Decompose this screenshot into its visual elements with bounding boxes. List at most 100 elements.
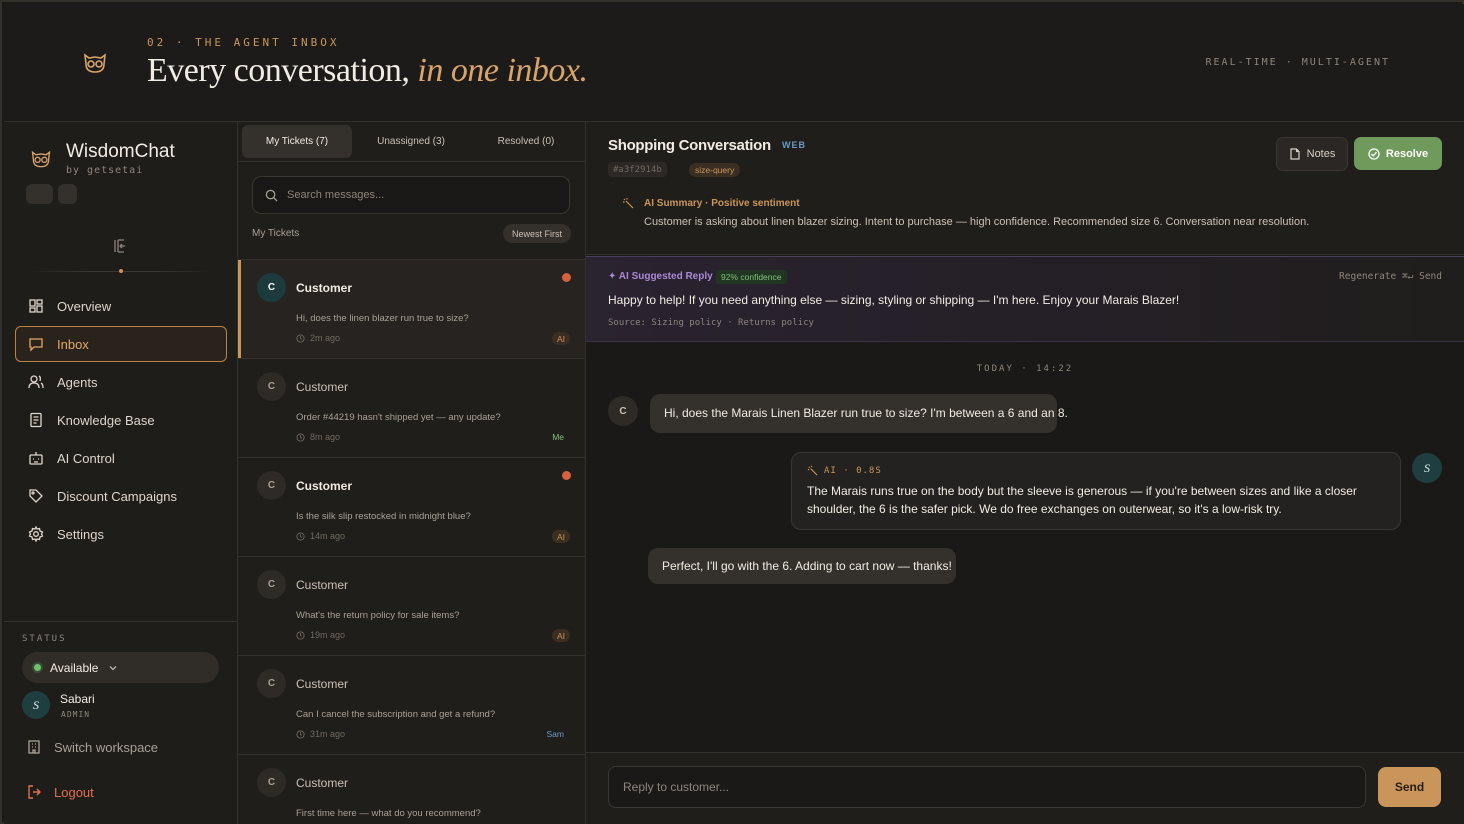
ticket-customer-name: Customer (296, 281, 353, 295)
clock-icon (296, 729, 305, 739)
workspace-pill-small[interactable] (58, 184, 77, 204)
confidence-badge: 92% confidence (716, 270, 787, 284)
switch-workspace-label: Switch workspace (54, 739, 159, 755)
avatar: C (257, 372, 286, 401)
check-circle-icon (1368, 147, 1380, 160)
logout-button[interactable]: Logout (26, 784, 94, 800)
sort-button[interactable]: Newest First (503, 224, 572, 243)
ai-message-text: The Marais runs true on the body but the… (807, 484, 1357, 516)
sidebar-nav: Overview Inbox Agents Knowledge Base AI … (15, 288, 227, 554)
ai-message-meta-text: AI · 0.8S (824, 465, 882, 476)
list-item[interactable]: C Customer Order #44219 hasn't shipped y… (238, 358, 585, 457)
sidebar-item-overview[interactable]: Overview (15, 288, 227, 324)
ticket-time: 2m ago (296, 333, 340, 343)
sidebar-collapse-icon[interactable] (112, 238, 128, 254)
list-item[interactable]: C Customer Hi, does the linen blazer run… (238, 259, 585, 359)
channel-badge: WEB (782, 140, 806, 150)
hero-tagline: REAL-TIME · MULTI-AGENT (1205, 57, 1390, 68)
list-item[interactable]: C Customer Is the silk slip restocked in… (238, 457, 585, 556)
sidebar-item-label: Agents (57, 374, 98, 390)
status-value: Available (50, 660, 99, 675)
tag-icon (29, 489, 43, 503)
ticket-tag: AI (551, 530, 570, 543)
user-role: ADMIN (61, 710, 91, 719)
ticket-time: 19m ago (296, 630, 345, 640)
avatar: C (257, 669, 286, 698)
suggest-actions[interactable]: Regenerate ⌘↵ Send (1339, 271, 1442, 282)
ticket-preview: Is the silk slip restocked in midnight b… (296, 511, 471, 522)
ticket-time: 8m ago (296, 432, 340, 442)
grid-icon (29, 299, 43, 313)
ticket-time: 31m ago (296, 729, 345, 739)
workspace-pill[interactable] (26, 184, 53, 204)
ticket-tabs: My Tickets (7) Unassigned (3) Resolved (… (238, 122, 585, 162)
ticket-preview: Order #44219 hasn't shipped yet — any up… (296, 412, 501, 423)
switch-workspace-button[interactable]: Switch workspace (26, 739, 158, 755)
tab-unassigned[interactable]: Unassigned (3) (354, 125, 468, 158)
avatar[interactable]: S (22, 691, 50, 719)
send-button[interactable]: Send (1378, 767, 1441, 807)
sidebar: WisdomChat by getsetai Overview Inbox Ag… (4, 122, 238, 824)
chat-icon (29, 338, 43, 352)
conversation-tag[interactable]: size-query (689, 163, 741, 177)
reply-composer: Send (586, 752, 1464, 824)
sidebar-item-label: Overview (57, 298, 112, 314)
notes-button[interactable]: Notes (1276, 137, 1348, 171)
owl-icon (84, 53, 106, 73)
avatar: C (257, 570, 286, 599)
status-dot (34, 664, 41, 671)
list-item[interactable]: C Customer Can I cancel the subscription… (238, 655, 585, 754)
conversation-id: #a3f2914b (608, 162, 667, 177)
sidebar-item-ai-control[interactable]: AI Control (15, 440, 227, 476)
ticket-time-value: 2m ago (310, 333, 341, 343)
list-item[interactable]: C Customer First time here — what do you… (238, 754, 585, 824)
search-input[interactable] (287, 189, 547, 201)
status-label: STATUS (22, 634, 67, 644)
suggested-reply-label: ✦ AI Suggested Reply (608, 271, 713, 282)
customer-message: Hi, does the Marais Linen Blazer run tru… (650, 394, 1068, 433)
hero-banner: 02 · THE AGENT INBOX Every conversation,… (4, 4, 1464, 122)
search-box (252, 176, 570, 214)
sidebar-item-discount-campaigns[interactable]: Discount Campaigns (15, 478, 227, 514)
sidebar-item-settings[interactable]: Settings (15, 516, 227, 552)
bot-icon (29, 452, 43, 465)
unread-dot (562, 471, 571, 480)
sidebar-item-label: Inbox (57, 336, 89, 352)
suggested-reply-text: Happy to help! If you need anything else… (608, 293, 1180, 307)
reply-input[interactable] (608, 766, 1366, 808)
avatar: C (257, 273, 286, 302)
ticket-list: C Customer Hi, does the linen blazer run… (238, 259, 585, 824)
ticket-tag: AI (551, 332, 570, 345)
ai-summary-text: Customer is asking about linen blazer si… (644, 216, 1310, 228)
book-icon (30, 412, 42, 428)
list-item[interactable]: C Customer What's the return policy for … (238, 556, 585, 655)
avatar: C (257, 471, 286, 500)
ticket-list-panel: My Tickets (7) Unassigned (3) Resolved (… (238, 122, 586, 824)
ai-suggested-reply[interactable]: ✦ AI Suggested Reply 92% confidence Rege… (586, 256, 1464, 342)
hero-title-main: Every conversation, (147, 52, 410, 89)
ticket-customer-name: Customer (296, 479, 353, 493)
sidebar-item-inbox[interactable]: Inbox (15, 326, 227, 362)
status-select[interactable]: Available (22, 652, 219, 683)
building-icon (28, 740, 40, 754)
customer-message: Perfect, I'll go with the 6. Adding to c… (648, 548, 956, 584)
sidebar-item-label: Discount Campaigns (57, 488, 177, 504)
ticket-customer-name: Customer (296, 380, 349, 394)
suggested-reply-source: Source: Sizing policy · Returns policy (608, 318, 814, 328)
list-label: My Tickets (252, 228, 300, 239)
ticket-customer-name: Customer (296, 677, 349, 691)
note-icon (1290, 148, 1300, 160)
clock-icon (296, 531, 305, 541)
sparkle-wand-icon (807, 465, 818, 476)
ticket-assignee: Me (552, 432, 564, 442)
hero-title-accent: in one inbox. (417, 52, 588, 89)
sidebar-divider-dot (119, 269, 123, 273)
sidebar-item-label: AI Control (57, 450, 115, 466)
tab-my-tickets[interactable]: My Tickets (7) (242, 125, 352, 158)
resolve-button[interactable]: Resolve (1354, 137, 1442, 170)
sidebar-item-label: Settings (57, 526, 104, 542)
sidebar-item-agents[interactable]: Agents (15, 364, 227, 400)
sparkle-wand-icon (623, 198, 634, 209)
tab-resolved[interactable]: Resolved (0) (470, 125, 582, 158)
sidebar-item-knowledge-base[interactable]: Knowledge Base (15, 402, 227, 438)
